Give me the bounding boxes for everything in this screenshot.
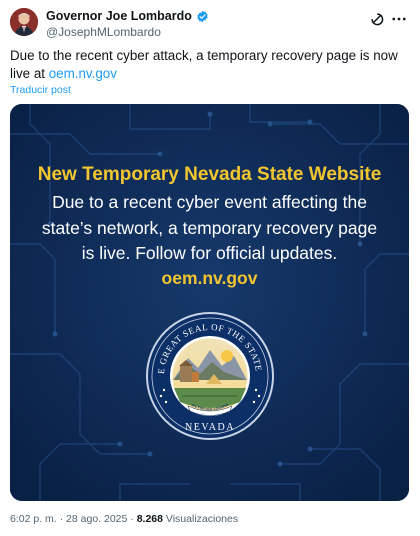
- verified-badge-icon: [197, 10, 208, 22]
- more-options-icon[interactable]: [390, 10, 408, 28]
- meta-separator-2: ·: [130, 513, 134, 525]
- tweet-meta: 6:02 p. m. · 28 ago. 2025 · 8.268 Visual…: [10, 513, 238, 525]
- tweet-link[interactable]: oem.nv.gov: [49, 66, 117, 81]
- avatar[interactable]: [10, 8, 38, 36]
- tweet-date[interactable]: 28 ago. 2025: [66, 513, 127, 525]
- views-count: 8.268: [136, 513, 163, 525]
- tweet-header: Governor Joe Lombardo @JosephMLombardo: [10, 8, 410, 40]
- nevada-state-seal: ALL FOR OUR COUNTRY THE GREAT SEAL OF TH…: [144, 310, 274, 440]
- author-handle[interactable]: @JosephMLombardo: [46, 25, 161, 39]
- media-url: oem.nv.gov: [161, 268, 258, 288]
- author-name-label: Governor Joe Lombardo: [46, 9, 192, 23]
- meta-separator: ·: [59, 513, 64, 525]
- media-body-text: Due to a recent cyber event affecting th…: [41, 192, 378, 263]
- translate-link[interactable]: Traducir post: [10, 84, 71, 96]
- author-name[interactable]: Governor Joe Lombardo: [46, 9, 209, 23]
- views-label: Visualizaciones: [165, 513, 239, 525]
- tweet-media-image[interactable]: New Temporary Nevada State Website Due t…: [10, 104, 409, 501]
- tweet-text: Due to the recent cyber attack, a tempor…: [10, 47, 412, 83]
- seal-bottom-text: NEVADA: [185, 422, 235, 433]
- grok-icon[interactable]: [368, 10, 386, 28]
- media-title: New Temporary Nevada State Website: [37, 164, 382, 185]
- tweet-time[interactable]: 6:02 p. m.: [10, 513, 57, 525]
